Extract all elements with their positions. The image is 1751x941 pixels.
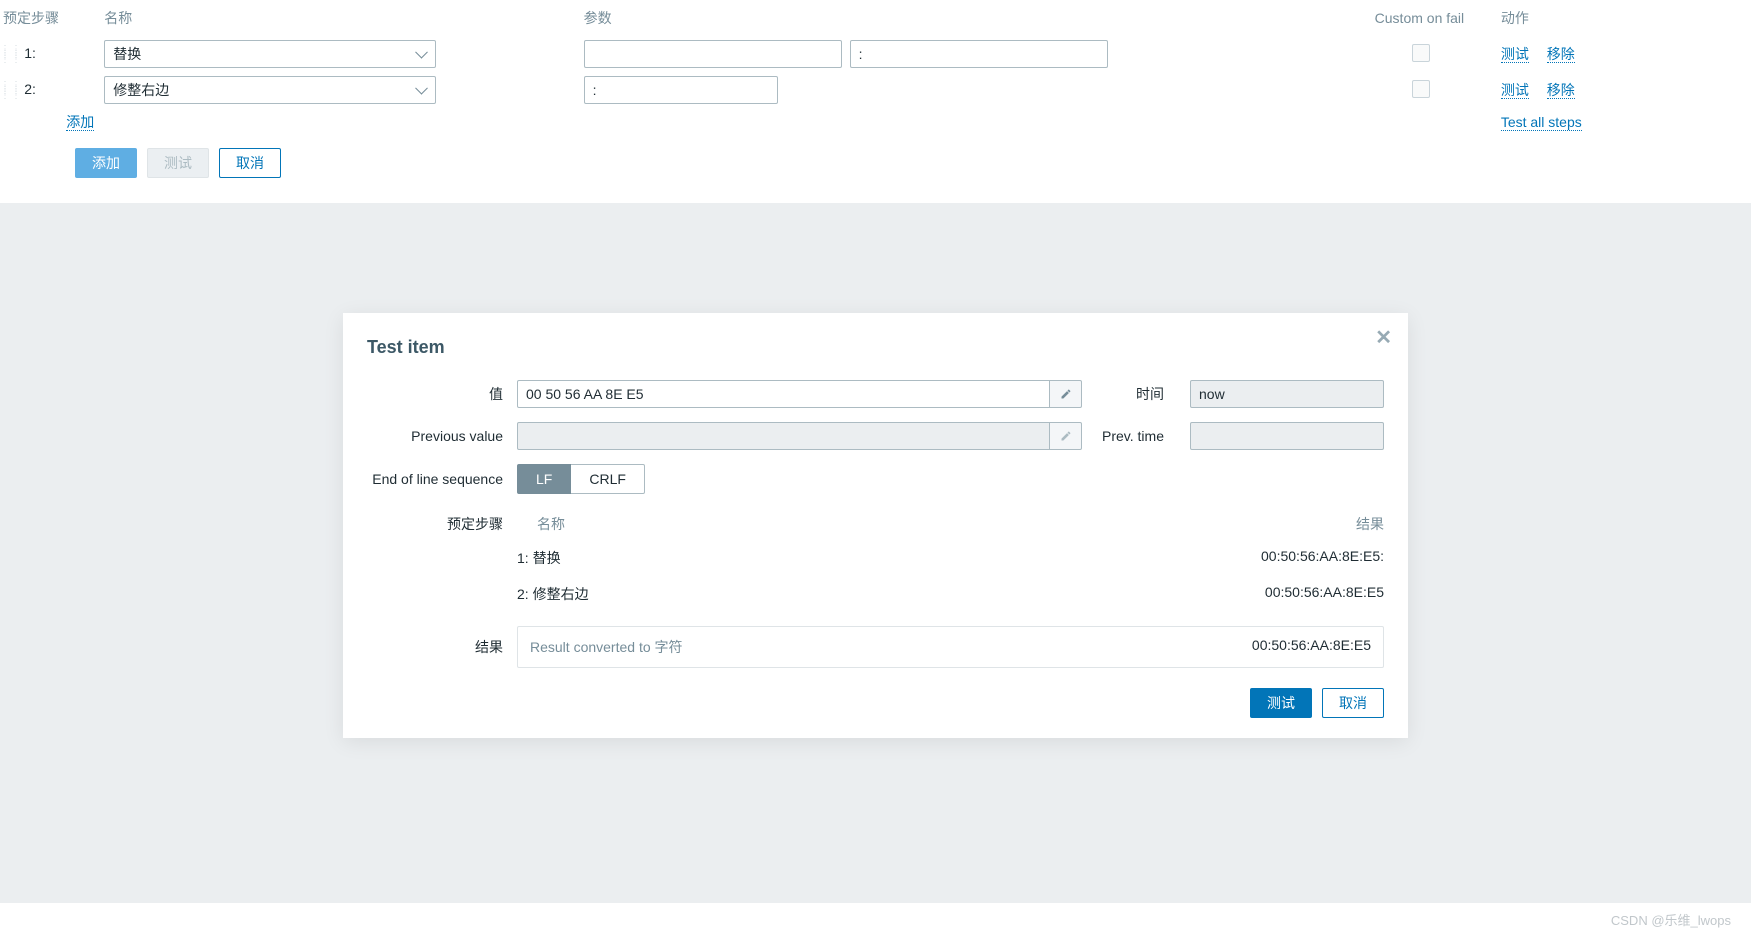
- custom-fail-checkbox[interactable]: [1412, 80, 1430, 98]
- modal-title: Test item: [367, 337, 1384, 358]
- value-edit-button[interactable]: [1050, 380, 1082, 408]
- header-name: 名称: [104, 0, 583, 36]
- step-result-value: 00:50:56:AA:8E:E5:: [1184, 548, 1384, 568]
- step-result-name: 2: 修整右边: [517, 584, 1184, 604]
- header-param: 参数: [584, 0, 1348, 36]
- drag-handle-icon[interactable]: ⋮⋮⋮⋮⋮⋮: [0, 83, 10, 99]
- result-row: 结果 Result converted to 字符 00:50:56:AA:8E…: [367, 626, 1384, 668]
- pencil-icon: [1060, 430, 1072, 442]
- step-name-select[interactable]: 修整右边: [104, 76, 436, 104]
- prev-time-label: Prev. time: [1100, 428, 1172, 444]
- steps-label: 预定步骤: [367, 508, 517, 534]
- time-input[interactable]: [1190, 380, 1384, 408]
- background-area: ✕ Test item 值 时间 Previous value: [0, 203, 1751, 903]
- prev-value-row: Previous value Prev. time: [367, 422, 1384, 450]
- form-buttons: 添加 测试 取消: [0, 136, 1751, 178]
- header-actions: 动作: [1501, 0, 1751, 36]
- result-label: 结果: [367, 637, 517, 657]
- custom-fail-checkbox[interactable]: [1412, 44, 1430, 62]
- step-row-1: ⋮⋮⋮⋮⋮⋮ 1: 替换 测试 移除: [0, 36, 1751, 72]
- prev-value-input: [517, 422, 1050, 450]
- step-number: 2:: [16, 81, 36, 97]
- preprocessing-steps-panel: 预定步骤 名称 参数 Custom on fail 动作 ⋮⋮⋮⋮⋮⋮ 1: 替…: [0, 0, 1751, 203]
- steps-result-header: 名称 结果: [517, 508, 1384, 540]
- time-label: 时间: [1100, 384, 1172, 404]
- param-input-1b[interactable]: [850, 40, 1108, 68]
- close-icon[interactable]: ✕: [1375, 325, 1392, 350]
- eol-label: End of line sequence: [367, 471, 517, 487]
- step-result-row: 2: 修整右边 00:50:56:AA:8E:E5: [517, 576, 1384, 612]
- param-input-2a[interactable]: [584, 76, 778, 104]
- step-result-value: 00:50:56:AA:8E:E5: [1184, 584, 1384, 604]
- step-result-name: 1: 替换: [517, 548, 1184, 568]
- add-button[interactable]: 添加: [75, 148, 137, 178]
- modal-test-button[interactable]: 测试: [1250, 688, 1312, 718]
- step-number: 1:: [16, 45, 36, 61]
- result-value: 00:50:56:AA:8E:E5: [1252, 637, 1371, 657]
- step-name-header: 名称: [517, 514, 1184, 534]
- value-label: 值: [367, 384, 517, 404]
- test-step-link[interactable]: 测试: [1501, 46, 1529, 63]
- test-item-modal: ✕ Test item 值 时间 Previous value: [343, 313, 1408, 738]
- add-step-link[interactable]: 添加: [66, 114, 94, 131]
- param-input-1a[interactable]: [584, 40, 842, 68]
- result-text: Result converted to 字符: [530, 637, 1252, 657]
- step-row-2: ⋮⋮⋮⋮⋮⋮ 2: 修整右边 测试 移除: [0, 72, 1751, 108]
- pencil-icon: [1060, 388, 1072, 400]
- remove-step-link[interactable]: 移除: [1547, 46, 1575, 63]
- prev-value-edit-button[interactable]: [1050, 422, 1082, 450]
- step-result-header: 结果: [1184, 514, 1384, 534]
- value-input[interactable]: [517, 380, 1050, 408]
- steps-result-row: 预定步骤 名称 结果 1: 替换 00:50:56:AA:8E:E5: 2: 修…: [367, 508, 1384, 612]
- remove-step-link[interactable]: 移除: [1547, 82, 1575, 99]
- modal-cancel-button[interactable]: 取消: [1322, 688, 1384, 718]
- step-name-select-wrap: 修整右边: [104, 76, 436, 104]
- step-name-select-wrap: 替换: [104, 40, 436, 68]
- prev-value-label: Previous value: [367, 428, 517, 444]
- eol-segment: LF CRLF: [517, 464, 645, 494]
- value-row: 值 时间: [367, 380, 1384, 408]
- test-all-steps-link[interactable]: Test all steps: [1501, 114, 1582, 131]
- prev-time-input: [1190, 422, 1384, 450]
- header-steps: 预定步骤: [0, 0, 104, 36]
- eol-crlf-button[interactable]: CRLF: [571, 464, 645, 494]
- modal-buttons: 测试 取消: [367, 688, 1384, 718]
- step-name-select[interactable]: 替换: [104, 40, 436, 68]
- cancel-button[interactable]: 取消: [219, 148, 281, 178]
- test-step-link[interactable]: 测试: [1501, 82, 1529, 99]
- steps-table: 预定步骤 名称 参数 Custom on fail 动作 ⋮⋮⋮⋮⋮⋮ 1: 替…: [0, 0, 1751, 136]
- add-row: 添加 Test all steps: [0, 108, 1751, 136]
- table-header-row: 预定步骤 名称 参数 Custom on fail 动作: [0, 0, 1751, 36]
- test-button-disabled: 测试: [147, 148, 209, 178]
- step-result-row: 1: 替换 00:50:56:AA:8E:E5:: [517, 540, 1384, 576]
- header-custom-fail: Custom on fail: [1348, 0, 1501, 36]
- result-box: Result converted to 字符 00:50:56:AA:8E:E5: [517, 626, 1384, 668]
- eol-lf-button[interactable]: LF: [517, 464, 571, 494]
- drag-handle-icon[interactable]: ⋮⋮⋮⋮⋮⋮: [0, 47, 10, 63]
- eol-row: End of line sequence LF CRLF: [367, 464, 1384, 494]
- watermark-text: CSDN @乐维_lwops: [1611, 910, 1731, 929]
